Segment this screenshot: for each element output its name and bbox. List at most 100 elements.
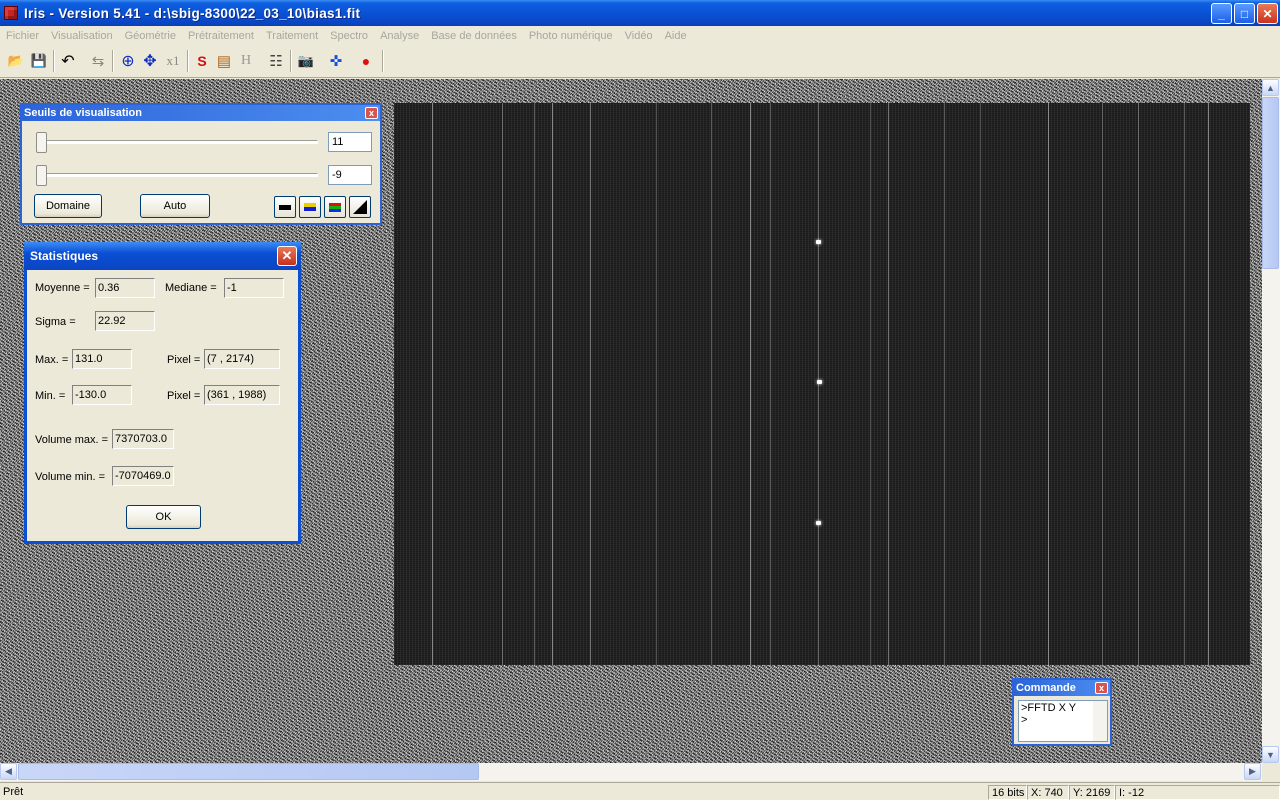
image-column-artifact — [1138, 103, 1139, 665]
palette-negative-button[interactable] — [349, 196, 371, 218]
toolbar-separator — [112, 50, 114, 72]
toolbar-separator — [382, 50, 384, 72]
title-bar: Iris - Version 5.41 - d:\sbig-8300\22_03… — [0, 0, 1280, 26]
menu-visualisation[interactable]: Visualisation — [45, 30, 119, 42]
open-icon[interactable]: 📂 — [5, 50, 27, 72]
record-icon[interactable]: ● — [355, 50, 377, 72]
command-window: Commande x >FFTD X Y > — [1012, 678, 1112, 746]
volume-min-value: -7070469.0 — [112, 466, 174, 486]
sigma-value: 22.92 — [95, 311, 155, 331]
menu-geometrie[interactable]: Géométrie — [119, 30, 182, 42]
app-icon[interactable] — [4, 6, 18, 20]
menu-photo-numerique[interactable]: Photo numérique — [523, 30, 619, 42]
minimize-button[interactable]: _ — [1211, 3, 1232, 24]
image-column-artifact — [750, 103, 751, 665]
seuils-title: Seuils de visualisation x — [22, 105, 380, 121]
statistics-title: Statistiques — [30, 249, 99, 263]
scroll-up-button[interactable]: ▲ — [1262, 79, 1279, 96]
max-value: 131.0 — [72, 349, 132, 369]
status-x: X: 740 — [1027, 785, 1069, 800]
image-column-artifact — [534, 103, 535, 665]
status-bits: 16 bits — [988, 785, 1027, 800]
image-column-artifact — [1184, 103, 1185, 665]
save-icon[interactable]: 💾 — [28, 50, 50, 72]
statistics-close-button[interactable]: ✕ — [277, 246, 297, 266]
command-close-button[interactable]: x — [1095, 682, 1108, 694]
scroll-right-button[interactable]: ▶ — [1244, 763, 1261, 780]
menu-spectro[interactable]: Spectro — [324, 30, 374, 42]
h-icon[interactable]: H — [235, 50, 257, 72]
palette-rgb-button[interactable] — [324, 196, 346, 218]
status-intensity: I: -12 — [1115, 785, 1280, 800]
menu-analyse[interactable]: Analyse — [374, 30, 425, 42]
palette-yellow-blue-button[interactable] — [299, 196, 321, 218]
high-threshold-slider[interactable] — [36, 132, 47, 153]
seuils-close-button[interactable]: x — [365, 107, 378, 119]
swap-icon[interactable]: ⇆ — [87, 50, 109, 72]
image-column-artifact — [711, 103, 712, 665]
toolbar-separator — [53, 50, 55, 72]
high-threshold-track[interactable] — [38, 140, 318, 144]
image-column-artifact — [818, 103, 819, 665]
domaine-button[interactable]: Domaine — [34, 194, 102, 218]
command-title-text: Commande — [1016, 682, 1076, 694]
menu-traitement[interactable]: Traitement — [260, 30, 324, 42]
menu-base-de-donnees[interactable]: Base de données — [425, 30, 523, 42]
list-icon[interactable]: ☷ — [265, 50, 287, 72]
ok-button[interactable]: OK — [126, 505, 201, 529]
hot-pixel — [817, 380, 822, 384]
min-pixel-value: (361 , 1988) — [204, 385, 280, 405]
seuils-window: Seuils de visualisation x 11 -9 Domaine … — [20, 103, 382, 225]
horizontal-scroll-thumb[interactable] — [18, 763, 479, 780]
bias-image[interactable] — [394, 103, 1250, 665]
volume-min-label: Volume min. = — [35, 471, 106, 483]
horizontal-scrollbar[interactable]: ◀ ▶ — [0, 763, 1262, 781]
toolbar-separator — [290, 50, 292, 72]
image-column-artifact — [1102, 103, 1103, 665]
image-column-artifact — [552, 103, 553, 665]
camera-icon[interactable]: 📷 — [295, 50, 317, 72]
command-input[interactable]: >FFTD X Y > — [1018, 700, 1108, 742]
volume-max-value: 7370703.0 — [112, 429, 174, 449]
zoom-in-icon[interactable]: ⊕ — [117, 50, 139, 72]
image-column-artifact — [1208, 103, 1209, 665]
image-column-artifact — [502, 103, 503, 665]
image-column-artifact — [432, 103, 433, 665]
scroll-left-button[interactable]: ◀ — [0, 763, 17, 780]
maximize-button[interactable]: □ — [1234, 3, 1255, 24]
command-scrollbar[interactable] — [1093, 701, 1107, 741]
close-button[interactable]: ✕ — [1257, 3, 1278, 24]
toolbar: 📂 💾 ↶ ⇆ ⊕ ✥ x1 S ▤ H ☷ 📷 ✜ ● — [0, 45, 1280, 78]
low-threshold-field[interactable]: -9 — [328, 165, 372, 185]
min-value: -130.0 — [72, 385, 132, 405]
high-threshold-field[interactable]: 11 — [328, 132, 372, 152]
frame-icon[interactable]: ▤ — [213, 50, 235, 72]
scroll-down-button[interactable]: ▼ — [1262, 746, 1279, 763]
s-icon[interactable]: S — [191, 50, 213, 72]
max-label: Max. = — [35, 354, 69, 366]
auto-button[interactable]: Auto — [140, 194, 210, 218]
window-title: Iris - Version 5.41 - d:\sbig-8300\22_03… — [24, 5, 361, 21]
rgb-blue-palette-icon — [329, 208, 341, 212]
menu-pretraitement[interactable]: Prétraitement — [182, 30, 260, 42]
volume-max-label: Volume max. = — [35, 434, 109, 446]
low-threshold-track[interactable] — [38, 173, 318, 177]
median-value: -1 — [224, 278, 284, 298]
image-column-artifact — [888, 103, 889, 665]
toolbar-separator — [187, 50, 189, 72]
vertical-scrollbar[interactable]: ▲ ▼ — [1262, 79, 1280, 763]
move-icon[interactable]: ✥ — [139, 50, 161, 72]
sigma-label: Sigma = — [35, 316, 76, 328]
image-column-artifact — [656, 103, 657, 665]
menu-aide[interactable]: Aide — [659, 30, 693, 42]
menu-fichier[interactable]: Fichier — [0, 30, 45, 42]
low-threshold-slider[interactable] — [36, 165, 47, 186]
arrows-icon[interactable]: ✜ — [325, 50, 347, 72]
zoom-x1-icon[interactable]: x1 — [162, 50, 184, 72]
vertical-scroll-thumb[interactable] — [1262, 97, 1279, 269]
image-column-artifact — [1048, 103, 1049, 665]
undo-icon[interactable]: ↶ — [57, 50, 79, 72]
menu-video[interactable]: Vidéo — [619, 30, 659, 42]
status-y: Y: 2169 — [1069, 785, 1115, 800]
palette-gray-button[interactable] — [274, 196, 296, 218]
